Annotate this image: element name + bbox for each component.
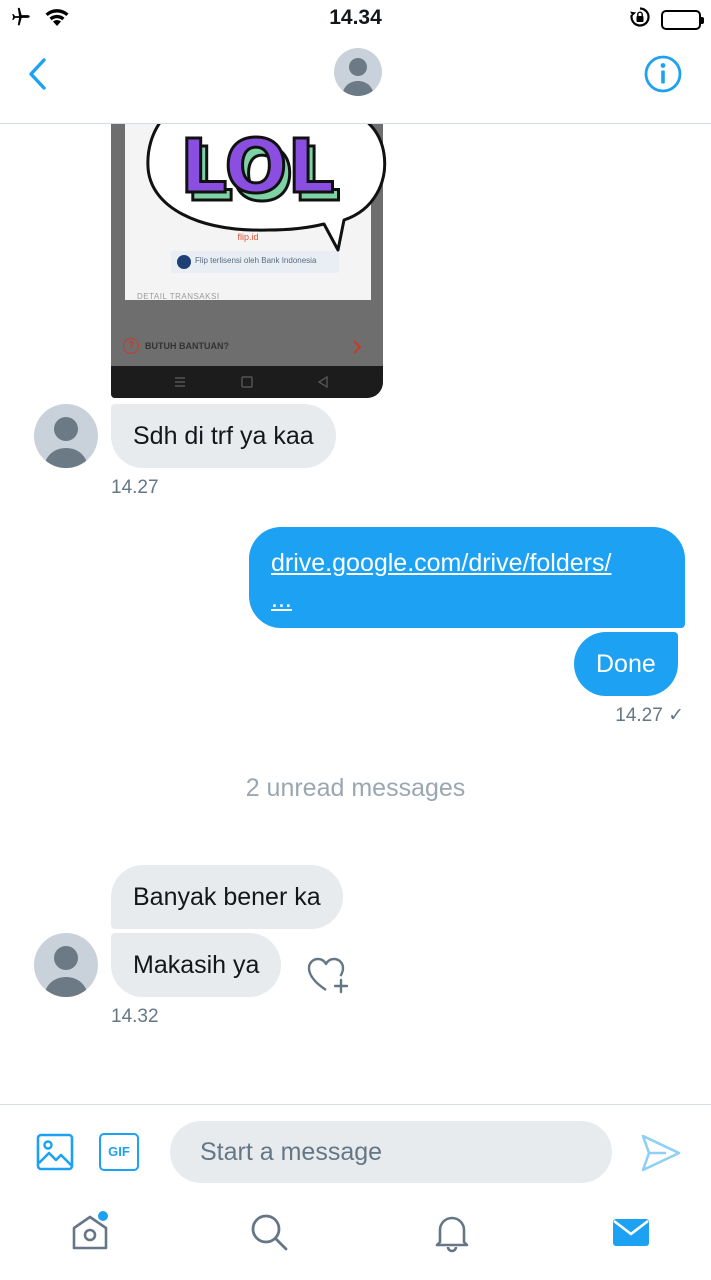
shared-image-help-row: ? BUTUH BANTUAN? xyxy=(111,325,383,367)
status-bar: 14.34 xyxy=(0,0,711,36)
back-button[interactable] xyxy=(24,54,56,94)
info-icon xyxy=(644,55,682,93)
search-icon xyxy=(251,1214,288,1251)
shared-image-bank-note: Flip terlisensi oleh Bank Indonesia xyxy=(171,251,339,273)
avatar-icon xyxy=(44,946,88,997)
image-icon xyxy=(36,1133,74,1171)
message-timestamp: 14.32 xyxy=(111,1006,159,1027)
tab-search[interactable] xyxy=(247,1210,291,1254)
messages-icon xyxy=(613,1219,649,1246)
help-icon: ? xyxy=(123,338,139,354)
back-chevron-icon xyxy=(29,58,46,90)
message-timestamp: 14.27 xyxy=(111,477,159,498)
home-notification-dot xyxy=(98,1211,108,1221)
rotation-lock-icon xyxy=(629,6,651,33)
tab-notifications[interactable] xyxy=(430,1210,474,1254)
header-avatar[interactable] xyxy=(334,48,382,96)
conversation-header xyxy=(0,36,711,124)
drive-link-ellipsis[interactable]: ... xyxy=(271,584,292,614)
gif-button[interactable]: GIF xyxy=(99,1133,139,1171)
message-text: Makasih ya xyxy=(133,950,260,979)
message-text: Banyak bener ka xyxy=(133,882,321,911)
send-button[interactable] xyxy=(640,1133,682,1173)
message-text: Done xyxy=(596,649,656,678)
message-bubble-outgoing[interactable]: Done xyxy=(574,632,678,696)
avatar-icon xyxy=(44,417,88,468)
add-photo-button[interactable] xyxy=(36,1133,74,1171)
tab-messages[interactable] xyxy=(609,1210,653,1254)
unread-divider: 2 unread messages xyxy=(245,774,466,802)
like-message-button[interactable] xyxy=(306,956,350,996)
sender-avatar[interactable] xyxy=(34,933,98,997)
notifications-icon xyxy=(435,1216,469,1253)
shared-image-help-text: BUTUH BANTUAN? xyxy=(145,341,229,351)
sender-avatar[interactable] xyxy=(34,404,98,468)
battery-icon xyxy=(661,9,704,30)
status-time: 14.34 xyxy=(329,6,382,29)
send-icon xyxy=(641,1134,681,1172)
status-right xyxy=(629,6,704,33)
shared-image-detail: DETAIL TRANSAKSI xyxy=(137,292,220,301)
bottom-tab-bar xyxy=(0,1192,711,1280)
message-bubble-incoming[interactable]: Makasih ya xyxy=(111,933,282,997)
avatar-icon xyxy=(342,58,374,96)
info-button[interactable] xyxy=(643,54,683,94)
shared-image-navbar xyxy=(111,366,383,398)
bank-logo-icon xyxy=(177,255,191,269)
svg-text:LOL: LOL xyxy=(180,124,335,210)
message-text: Sdh di trf ya kaa xyxy=(133,421,314,450)
message-bubble-incoming[interactable]: Sdh di trf ya kaa xyxy=(111,404,336,468)
message-input[interactable] xyxy=(170,1121,612,1183)
message-composer: GIF xyxy=(0,1104,711,1192)
heart-plus-icon xyxy=(307,957,349,994)
message-bubble-incoming[interactable]: Banyak bener ka xyxy=(111,865,343,929)
chevron-right-icon xyxy=(353,340,362,354)
drive-link[interactable]: drive.google.com/drive/folders/ xyxy=(271,542,611,584)
message-bubble-outgoing-link[interactable]: drive.google.com/drive/folders/ ... xyxy=(249,527,685,628)
message-timestamp-read: 14.27 ✓ xyxy=(615,705,684,726)
